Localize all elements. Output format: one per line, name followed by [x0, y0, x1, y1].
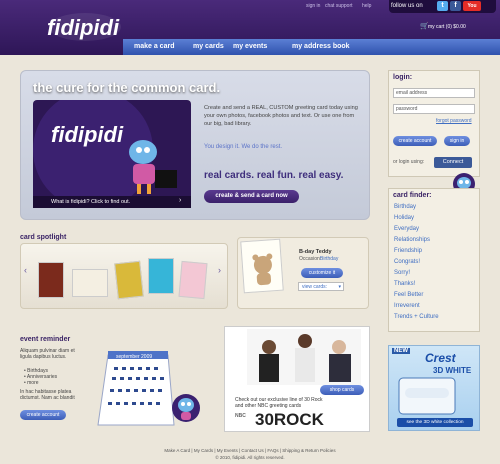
crest-ad[interactable]: NEW Crest 3D WHITE see the 3D white coll…: [388, 345, 480, 431]
login-using-label: or login using:: [393, 159, 425, 165]
footer-links[interactable]: Make A Card | My Cards | My Events | Con…: [0, 448, 500, 453]
finder-item-everyday[interactable]: Everyday: [394, 226, 419, 232]
crest-logo: Crest: [425, 351, 456, 365]
signin-link[interactable]: sign in: [306, 3, 320, 9]
hero-description: Create and send a REAL, CUSTOM greeting …: [204, 105, 358, 127]
finder-item-irreverent[interactable]: Irreverent: [394, 303, 420, 309]
hero-slogan: real cards. real fun. real easy.: [204, 170, 344, 181]
chevron-left-icon[interactable]: ‹: [24, 265, 27, 275]
finder-item-sorry[interactable]: Sorry!: [394, 270, 410, 276]
hero-video[interactable]: fidipidi: [33, 100, 191, 208]
spotlight-card[interactable]: [148, 258, 174, 294]
help-link[interactable]: help: [362, 3, 371, 9]
customize-button[interactable]: customize it: [301, 268, 343, 278]
mascot-icon: [172, 394, 200, 422]
create-account-button[interactable]: create account: [393, 136, 437, 146]
finder-item-relationships[interactable]: Relationships: [394, 237, 430, 243]
finder-item-congrats[interactable]: Congrats!: [394, 259, 420, 265]
hero-title: the cure for the common card.: [33, 80, 221, 95]
card-finder-title: card finder:: [393, 192, 432, 199]
event-intro: Aliquam pulvinar diam et ligula dapibus …: [20, 348, 75, 360]
card-spotlight-title: card spotlight: [20, 234, 67, 241]
calendar-month: september 2009: [116, 354, 152, 360]
login-title: login:: [393, 74, 413, 81]
finder-item-trends-culture[interactable]: Trends + Culture: [394, 314, 439, 320]
signin-button[interactable]: sign in: [444, 136, 470, 146]
chevron-right-icon[interactable]: ›: [179, 197, 181, 204]
create-card-button[interactable]: create & send a card now: [204, 190, 299, 203]
30rock-ad[interactable]: shop cards Check out our exclusive line …: [224, 326, 370, 432]
chevron-down-icon: ▾: [338, 284, 341, 290]
cart-link[interactable]: my cart (0) $0.00: [428, 24, 466, 30]
event-create-account-button[interactable]: create account: [20, 410, 66, 420]
featured-card-image[interactable]: [240, 238, 284, 294]
whitestrips-package: [398, 377, 456, 415]
nav-my-events[interactable]: my events: [233, 43, 267, 50]
finder-item-holiday[interactable]: Holiday: [394, 215, 414, 221]
connect-label: Connect: [442, 159, 464, 165]
nbc-logo: NBC: [235, 413, 246, 419]
forgot-password-link[interactable]: forgot password: [436, 118, 472, 124]
chevron-right-icon[interactable]: ›: [218, 265, 221, 275]
spotlight-card[interactable]: [114, 260, 144, 300]
occasion-label: Occasion:: [299, 256, 322, 262]
crest-collection-button[interactable]: see the 3D white collection: [397, 418, 473, 427]
spotlight-card[interactable]: [72, 269, 108, 297]
nav-make-a-card[interactable]: make a card: [134, 43, 174, 50]
shop-cards-button[interactable]: shop cards: [320, 385, 364, 395]
event-outro: In hac habitasse platea dictumst. Nam ac…: [20, 389, 75, 401]
event-reminder-title: event reminder: [20, 336, 71, 343]
30rock-logo: 30ROCK: [255, 410, 324, 429]
calendar-illustration: september 2009: [97, 351, 175, 426]
nav-address-book[interactable]: my address book: [292, 43, 350, 50]
crest-product: 3D WHITE: [433, 366, 472, 375]
password-field[interactable]: password: [393, 104, 475, 114]
occasion-value[interactable]: Birthday: [320, 256, 338, 262]
view-cards-label: view cards:: [302, 284, 328, 290]
finder-item-birthday[interactable]: Birthday: [394, 204, 416, 210]
nav-my-cards[interactable]: my cards: [193, 43, 224, 50]
hero-logo-text: fidipidi: [51, 122, 124, 147]
hero-mascot-illustration: fidipidi: [33, 100, 177, 208]
finder-item-thanks[interactable]: Thanks!: [394, 281, 415, 287]
svg-text:fidipidi: fidipidi: [47, 15, 120, 40]
email-field[interactable]: email address: [393, 88, 475, 98]
fidipidi-logo[interactable]: fidipidi: [45, 9, 123, 45]
featured-card-name: B-day Teddy: [299, 249, 332, 255]
youtube-icon[interactable]: You: [463, 1, 481, 11]
chat-support-link[interactable]: chat support: [325, 3, 353, 9]
hero-caption-bar[interactable]: What is fidipidi? Click to find out. ›: [33, 196, 191, 208]
spotlight-card[interactable]: [178, 260, 208, 300]
cast-photo: [247, 329, 361, 385]
twitter-icon[interactable]: t: [437, 1, 448, 11]
copyright: © 2010, fidipidi. All rights reserved.: [215, 455, 285, 460]
finder-item-friendship[interactable]: Friendship: [394, 248, 422, 254]
view-cards-select[interactable]: view cards: ▾: [298, 282, 344, 291]
new-badge: NEW: [392, 348, 410, 354]
spotlight-card[interactable]: [38, 262, 64, 298]
hero-tagline: You design it. We do the rest.: [204, 144, 283, 150]
ad-description: Check out our exclusive line of 30 Rock …: [235, 397, 323, 409]
facebook-connect-button[interactable]: Connect: [434, 157, 472, 168]
teddy-illustration: [252, 253, 273, 286]
event-bullet: • more: [24, 380, 39, 386]
finder-item-feel-better[interactable]: Feel Better: [394, 292, 423, 298]
follow-label: follow us on: [391, 3, 423, 9]
hero-caption: What is fidipidi? Click to find out.: [51, 199, 131, 205]
facebook-icon[interactable]: f: [450, 1, 461, 11]
